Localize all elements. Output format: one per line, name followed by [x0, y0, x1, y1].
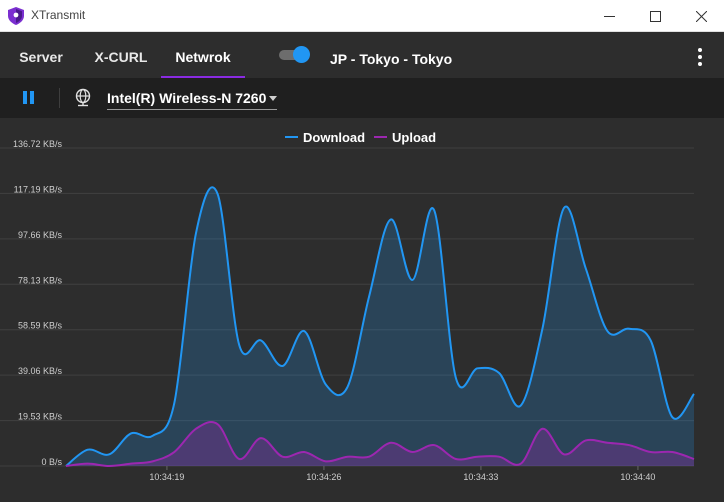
- network-toolbar: Intel(R) Wireless-N 7260: [0, 78, 724, 118]
- more-menu-button[interactable]: [692, 46, 708, 66]
- tab-server[interactable]: Server: [0, 32, 82, 76]
- toolbar-divider: [59, 88, 60, 108]
- chevron-down-icon: [269, 96, 277, 101]
- connection-toggle[interactable]: [279, 46, 310, 63]
- x-tick-label: 10:34:26: [306, 472, 341, 482]
- adapter-label: Intel(R) Wireless-N 7260: [107, 90, 267, 106]
- tab-network[interactable]: Netwrok: [161, 32, 245, 78]
- close-button[interactable]: [678, 0, 724, 32]
- y-tick-label: 78.13 KB/s: [18, 275, 63, 285]
- shield-logo-icon: [8, 7, 24, 25]
- pause-button[interactable]: [20, 90, 36, 106]
- globe-network-icon: [75, 88, 91, 107]
- more-vertical-icon: [698, 48, 702, 52]
- y-tick-label: 97.66 KB/s: [18, 230, 63, 240]
- maximize-button[interactable]: [632, 0, 678, 32]
- x-tick-label: 10:34:40: [620, 472, 655, 482]
- main-tabs-bar: Server X-CURL Netwrok JP - Tokyo - Tokyo: [0, 32, 724, 78]
- y-tick-label: 58.59 KB/s: [18, 321, 63, 331]
- y-tick-label: 0 B/s: [41, 457, 62, 467]
- traffic-chart-svg: 136.72 KB/s 117.19 KB/s 97.66 KB/s 78.13 KB…: [0, 130, 695, 482]
- traffic-chart: 136.72 KB/s 117.19 KB/s 97.66 KB/s 78.13 KB…: [0, 118, 724, 497]
- pause-icon: [23, 91, 27, 104]
- network-adapter-select[interactable]: Intel(R) Wireless-N 7260: [107, 86, 277, 110]
- y-tick-label: 39.06 KB/s: [18, 366, 63, 376]
- minimize-icon: [603, 15, 615, 17]
- y-tick-label: 136.72 KB/s: [13, 139, 63, 149]
- y-tick-label: 117.19 KB/s: [14, 184, 63, 194]
- download-area: [66, 187, 694, 466]
- maximize-icon: [649, 10, 661, 22]
- minimize-button[interactable]: [586, 0, 632, 32]
- y-tick-label: 19.53 KB/s: [18, 412, 63, 422]
- tab-x-curl[interactable]: X-CURL: [82, 32, 160, 76]
- x-tick-label: 10:34:19: [149, 472, 184, 482]
- legend-entry: Download: [303, 130, 365, 145]
- window-title-bar: XTransmit: [0, 0, 724, 32]
- window-title: XTransmit: [31, 8, 86, 22]
- x-tick-label: 10:34:33: [463, 472, 498, 482]
- close-icon: [695, 10, 707, 22]
- legend-entry: Upload: [392, 130, 436, 145]
- server-name: JP - Tokyo - Tokyo: [330, 51, 453, 67]
